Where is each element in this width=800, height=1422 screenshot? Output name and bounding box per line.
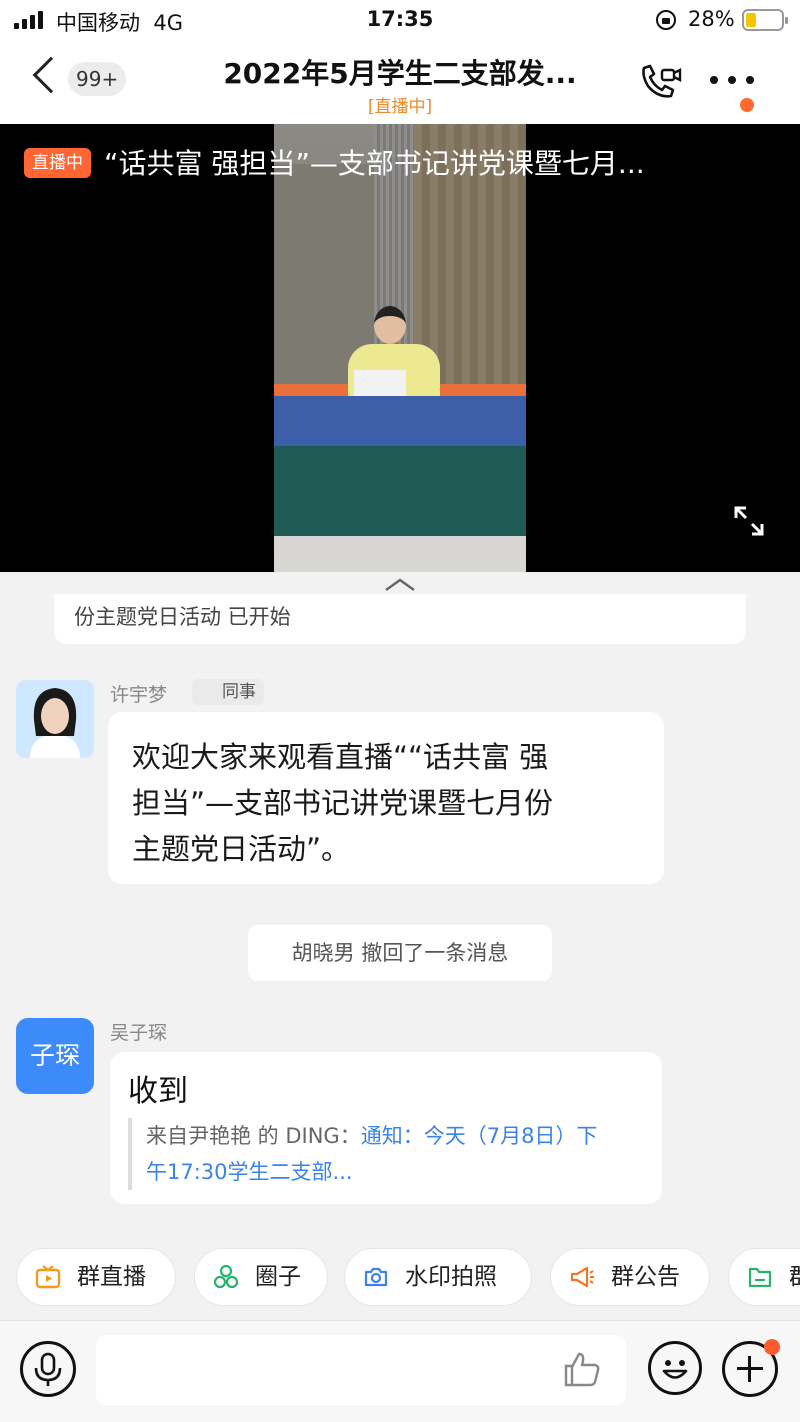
more-icon[interactable] <box>710 76 756 86</box>
message-input[interactable] <box>96 1335 626 1405</box>
group-notice-button[interactable]: 群公告 <box>550 1248 710 1306</box>
live-badge: 直播中 <box>24 148 91 178</box>
thumbs-up-icon[interactable] <box>562 1349 602 1389</box>
battery-percent: 28% <box>688 7 735 31</box>
quick-action-bar: 群直播 圈子 水印拍照 群公告 群 <box>0 1240 800 1320</box>
input-bar <box>0 1320 800 1422</box>
notification-dot <box>764 1339 780 1355</box>
live-tv-icon <box>35 1265 61 1289</box>
orientation-lock-icon <box>656 10 676 30</box>
unread-badge[interactable]: 99+ <box>68 62 127 96</box>
avatar[interactable]: 子琛 <box>16 1018 94 1094</box>
video-frame <box>274 124 526 572</box>
avatar[interactable] <box>16 680 94 758</box>
chat-title[interactable]: 2022年5月学生二支部发... <box>150 52 650 92</box>
live-video-player[interactable]: 直播中 “话共富 强担当”—支部书记讲党课暨七月... <box>0 124 800 572</box>
battery-icon <box>742 9 788 31</box>
video-title: “话共富 强担当”—支部书记讲党课暨七月... <box>104 147 645 180</box>
megaphone-icon <box>570 1266 594 1288</box>
back-icon[interactable] <box>32 56 70 94</box>
voice-icon[interactable] <box>20 1341 76 1397</box>
video-call-icon[interactable] <box>638 62 682 102</box>
ding-link[interactable]: 午17:30学生二支部... <box>146 1160 353 1184</box>
sender-name: 吴子琛 <box>110 1022 168 1044</box>
colleague-tag: 同事 <box>192 679 264 705</box>
circles-button[interactable]: 圈子 <box>194 1248 328 1306</box>
message-bubble[interactable]: 欢迎大家来观看直播““话共富 强 担当”—支部书记讲党课暨七月份 主题党日活动”… <box>108 712 664 884</box>
ding-quote[interactable]: 来自尹艳艳 的 DING：通知：今天（7月8日）下 午17:30学生二支部... <box>128 1118 648 1190</box>
notification-dot <box>740 98 754 112</box>
camera-icon <box>364 1267 388 1287</box>
chat-header: 99+ 2022年5月学生二支部发... [直播中] <box>0 40 800 124</box>
emoji-icon[interactable] <box>648 1341 702 1395</box>
message-text: 收到 <box>128 1074 188 1109</box>
message-bubble[interactable]: 收到 来自尹艳艳 的 DING：通知：今天（7月8日）下 午17:30学生二支部… <box>110 1052 662 1204</box>
status-bar: 中国移动 4G 17:35 28% <box>0 0 800 40</box>
folder-icon <box>748 1267 772 1288</box>
live-start-notice: 份主题党日活动 已开始 <box>54 594 746 644</box>
group-files-button[interactable]: 群 <box>728 1248 800 1306</box>
recall-notice: 胡晓男 撤回了一条消息 <box>248 925 552 981</box>
circles-icon <box>213 1264 239 1289</box>
watermark-photo-button[interactable]: 水印拍照 <box>344 1248 532 1306</box>
group-live-button[interactable]: 群直播 <box>16 1248 176 1306</box>
ding-link[interactable]: 通知：今天（7月8日）下 <box>361 1124 598 1148</box>
chevron-up-icon[interactable] <box>384 578 416 592</box>
fullscreen-icon[interactable] <box>722 494 776 548</box>
clock: 17:35 <box>366 7 434 31</box>
sender-name: 许宇梦 <box>110 684 168 706</box>
